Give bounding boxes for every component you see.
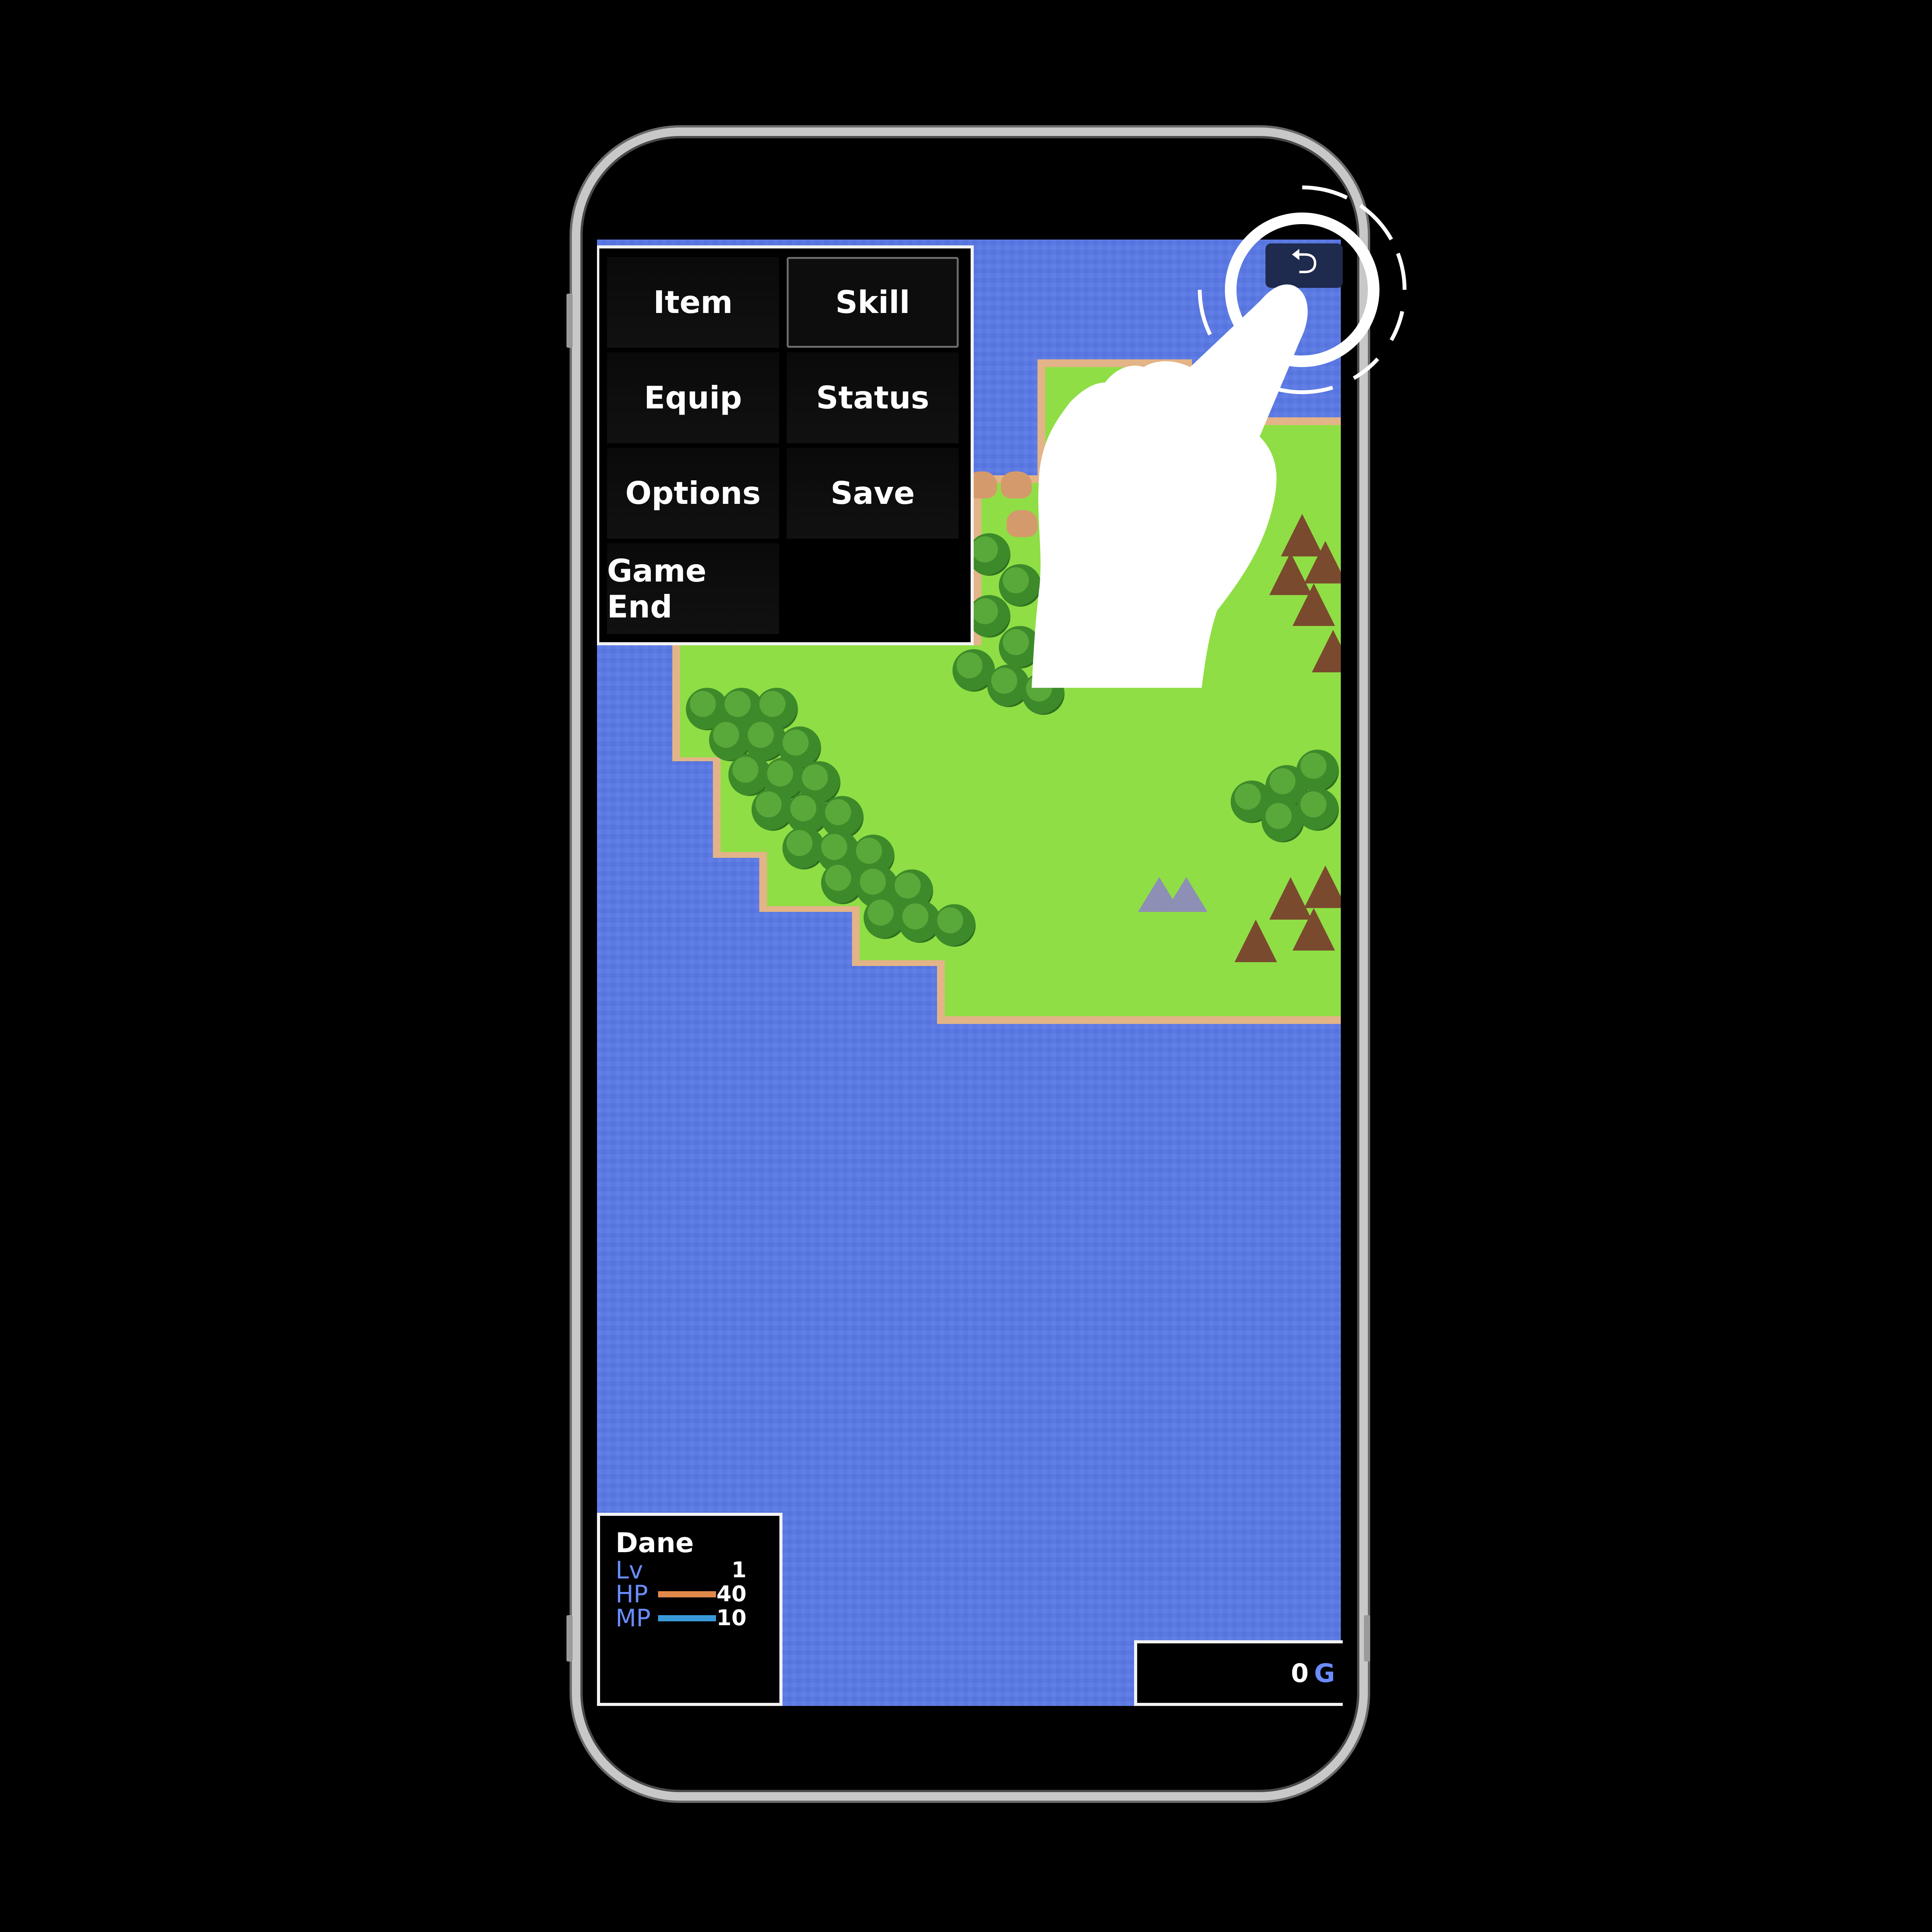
phone-side-button: [1364, 1615, 1370, 1662]
tap-hand-icon: [1032, 284, 1308, 688]
island-grass: [945, 958, 1341, 1016]
menu-command-grid: Item Skill Equip Status Options Save Game End: [607, 257, 963, 634]
main-menu: Item Skill Equip Status Options Save Game End: [597, 245, 974, 645]
hp-row: HP 40: [616, 1582, 764, 1606]
menu-item-item[interactable]: Item: [607, 257, 779, 348]
tree-tile: [968, 595, 1010, 638]
level-value: 1: [731, 1558, 747, 1583]
menu-item-game-end[interactable]: Game End: [607, 543, 779, 634]
mp-gauge: [658, 1615, 716, 1621]
actor-status-window[interactable]: Dane Lv 1 HP 40 MP 10: [597, 1513, 782, 1706]
mountain-tile: [1235, 920, 1277, 962]
hp-label: HP: [616, 1580, 648, 1608]
mp-value: 10: [716, 1605, 747, 1631]
hp-value: 40: [716, 1582, 747, 1607]
stage: Item Skill Equip Status Options Save Game End …: [0, 0, 1932, 1932]
tree-tile: [968, 533, 1010, 576]
mountain-tile: [1304, 866, 1341, 908]
actor-name: Dane: [616, 1527, 694, 1559]
tree-tile: [933, 904, 976, 947]
village-tile: [1165, 877, 1208, 912]
gold-window: 0 G: [1134, 1640, 1343, 1706]
mp-label: MP: [616, 1604, 651, 1632]
menu-item-save[interactable]: Save: [787, 448, 959, 539]
menu-item-options[interactable]: Options: [607, 448, 779, 539]
menu-item-equip[interactable]: Equip: [607, 352, 779, 443]
tree-tile: [1296, 788, 1339, 831]
phone-side-button: [566, 1615, 573, 1662]
hp-gauge: [658, 1591, 716, 1597]
menu-item-status[interactable]: Status: [787, 352, 959, 443]
gold-currency-unit: G: [1314, 1658, 1335, 1688]
mountain-tile: [1293, 908, 1335, 951]
level-row: Lv 1: [616, 1558, 764, 1582]
menu-item-skill[interactable]: Skill: [787, 257, 959, 348]
phone-side-button: [566, 294, 573, 348]
gold-amount: 0: [1291, 1658, 1309, 1688]
level-label: Lv: [616, 1556, 643, 1584]
mp-row: MP 10: [616, 1606, 764, 1630]
boulder-tile: [1001, 471, 1032, 498]
tree-tile: [1296, 750, 1339, 792]
